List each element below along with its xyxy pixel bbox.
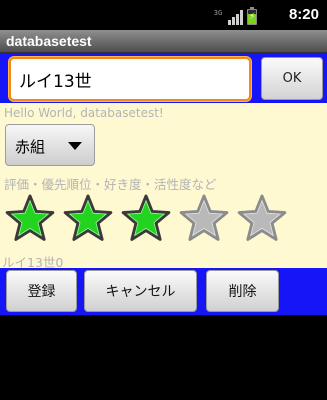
- network-label: 3G: [213, 9, 223, 17]
- status-icons: 3G ⚡: [212, 7, 257, 25]
- register-button[interactable]: 登録: [6, 270, 77, 312]
- star-filled-icon[interactable]: [119, 191, 173, 245]
- star-empty-icon[interactable]: [177, 191, 231, 245]
- star-filled-icon[interactable]: [3, 191, 57, 245]
- dropdown-arrow-icon: [68, 142, 82, 150]
- star-empty-icon[interactable]: [235, 191, 289, 245]
- clock: 8:20: [288, 6, 319, 23]
- battery-charging-icon: ⚡: [247, 7, 257, 25]
- delete-button[interactable]: 削除: [206, 270, 279, 312]
- ok-button[interactable]: OK: [261, 57, 323, 100]
- status-bar: 3G ⚡ 8:20: [0, 0, 327, 30]
- network-type-icon: 3G: [212, 9, 224, 25]
- rating-bar[interactable]: [3, 191, 293, 245]
- action-button-row: 登録 キャンセル 削除: [0, 268, 327, 315]
- group-spinner[interactable]: 赤組: [5, 124, 95, 166]
- app-title: databasetest: [6, 33, 92, 49]
- charging-bolt-icon: ⚡: [249, 12, 256, 22]
- cancel-button[interactable]: キャンセル: [84, 270, 197, 312]
- name-input[interactable]: [9, 57, 251, 101]
- group-selected-value: 赤組: [15, 138, 46, 156]
- signal-icon: [228, 9, 243, 25]
- main-content: OK Hello World, databasetest! 赤組 評価・優先順位…: [0, 53, 327, 400]
- star-filled-icon[interactable]: [61, 191, 115, 245]
- title-bar: databasetest: [0, 30, 327, 53]
- hello-text: Hello World, databasetest!: [4, 106, 164, 120]
- form-panel: OK Hello World, databasetest! 赤組 評価・優先順位…: [0, 53, 327, 315]
